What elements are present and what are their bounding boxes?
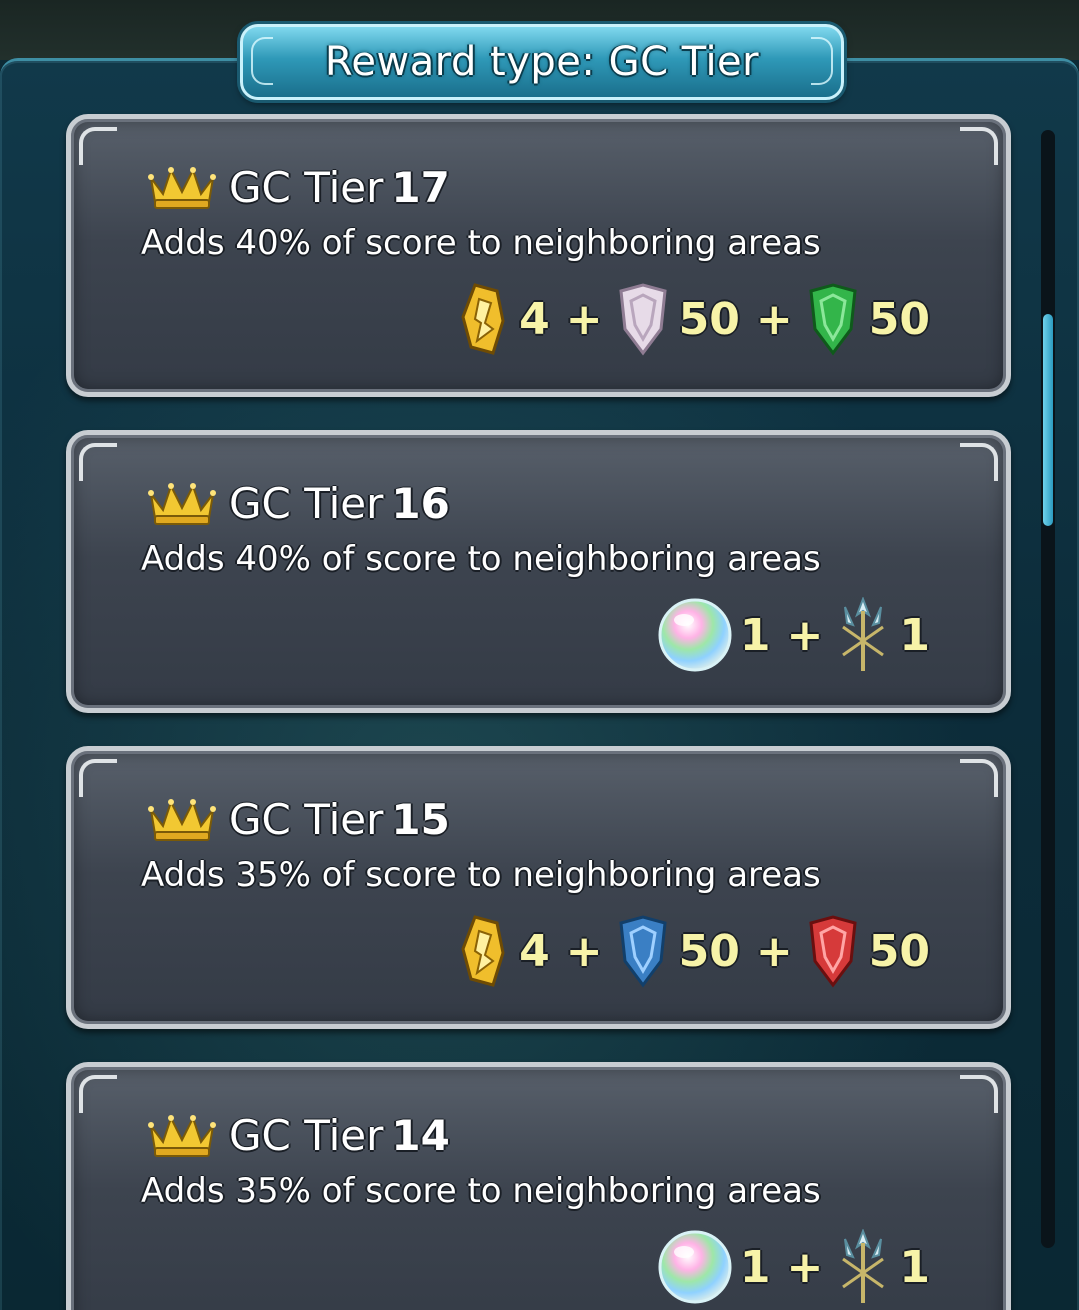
tier-card: GC Tier 15 Adds 35% of score to neighbori… — [66, 746, 1011, 1029]
plus-separator: + — [755, 925, 793, 977]
tier-label: GC Tier — [229, 162, 384, 212]
crown-icon — [148, 483, 216, 525]
tier-header: GC Tier 17 — [147, 159, 450, 215]
reward-row: 4 + 50 + 50 — [453, 279, 936, 359]
tier-header: GC Tier 14 — [147, 1107, 450, 1163]
tier-card: GC Tier 14 Adds 35% of score to neighbori… — [66, 1062, 1011, 1310]
trident-icon — [842, 1229, 885, 1303]
plus-separator: + — [755, 293, 793, 345]
white-badge-icon — [619, 283, 667, 356]
reward-row: 1 + 1 — [656, 1227, 936, 1307]
reward-quantity: 1 — [899, 609, 930, 661]
tier-header: GC Tier 15 — [147, 791, 450, 847]
trident-icon — [842, 597, 885, 671]
crown-icon — [148, 799, 216, 841]
plus-separator: + — [786, 609, 824, 661]
reward-quantity: 1 — [739, 609, 771, 661]
rainbow-orb-icon — [658, 598, 732, 672]
reward-quantity: 1 — [739, 1241, 771, 1293]
grail-icon — [461, 915, 505, 987]
crown-icon — [148, 1115, 216, 1157]
reward-quantity: 1 — [899, 1241, 930, 1293]
reward-quantity: 50 — [678, 925, 740, 977]
tier-description: Adds 35% of score to neighboring areas — [141, 1171, 821, 1211]
tier-number: 17 — [391, 162, 450, 212]
tier-label: GC Tier — [229, 1110, 384, 1160]
tier-label: GC Tier — [229, 794, 384, 844]
reward-row: 1 + 1 — [656, 595, 936, 675]
tier-number: 15 — [391, 794, 450, 844]
tier-card: GC Tier 16 Adds 40% of score to neighbori… — [66, 430, 1011, 713]
scrollbar-track[interactable] — [1041, 130, 1055, 1248]
tier-number: 16 — [391, 478, 450, 528]
tier-description: Adds 40% of score to neighboring areas — [141, 223, 821, 263]
crown-icon — [148, 167, 216, 209]
tier-label: GC Tier — [229, 478, 384, 528]
reward-quantity: 50 — [868, 293, 930, 345]
blue-badge-icon — [619, 915, 667, 988]
plus-separator: + — [565, 293, 603, 345]
tier-description: Adds 35% of score to neighboring areas — [141, 855, 821, 895]
reward-list: GC Tier 17 Adds 40% of score to neighbori… — [0, 0, 1079, 1310]
reward-quantity: 4 — [519, 293, 550, 345]
tier-number: 14 — [391, 1110, 450, 1160]
grail-icon — [461, 283, 505, 355]
reward-quantity: 4 — [519, 925, 550, 977]
scrollbar-thumb[interactable] — [1043, 314, 1053, 526]
tier-header: GC Tier 16 — [147, 475, 450, 531]
reward-quantity: 50 — [678, 293, 740, 345]
tier-card: GC Tier 17 Adds 40% of score to neighbori… — [66, 114, 1011, 397]
page-title: Reward type: GC Tier — [324, 39, 760, 85]
header-banner: Reward type: GC Tier — [240, 24, 844, 100]
tier-description: Adds 40% of score to neighboring areas — [141, 539, 821, 579]
plus-separator: + — [786, 1241, 824, 1293]
rainbow-orb-icon — [658, 1230, 732, 1304]
plus-separator: + — [565, 925, 603, 977]
reward-quantity: 50 — [868, 925, 930, 977]
green-badge-icon — [809, 283, 857, 356]
reward-row: 4 + 50 + 50 — [453, 911, 936, 991]
red-badge-icon — [809, 915, 857, 988]
